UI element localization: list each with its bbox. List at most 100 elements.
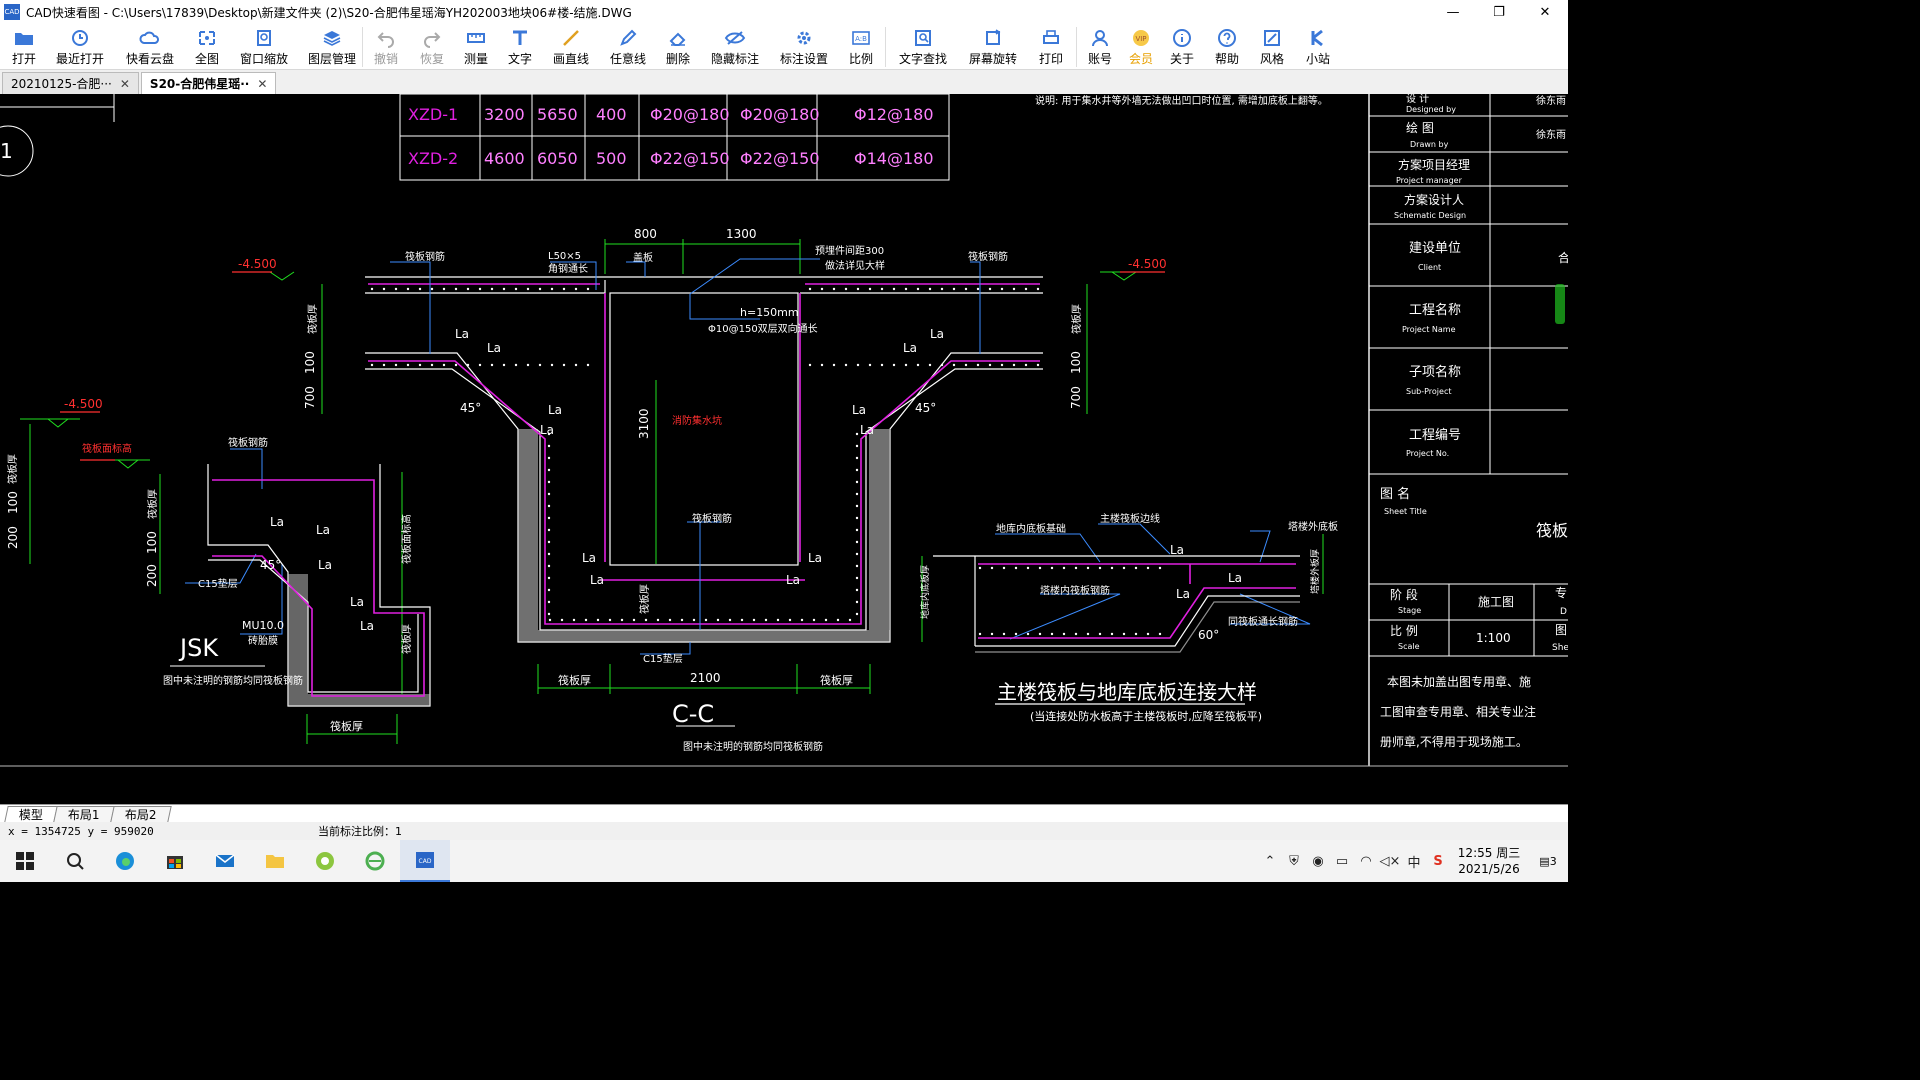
start-button[interactable] xyxy=(0,840,50,882)
annotation-text: L50×5 xyxy=(548,251,581,262)
line-icon xyxy=(563,30,579,46)
document-tab[interactable]: 20210125-合肥··· ✕ xyxy=(2,72,139,94)
dimension-text: 3100 xyxy=(637,408,651,439)
annotation-text: C15垫层 xyxy=(643,652,683,665)
rebar-dot xyxy=(848,618,852,622)
drawing-canvas[interactable]: XZD-1 3200 5650 400 Φ20@180 Φ20@180 Φ12@… xyxy=(0,94,1568,804)
rebar-dot xyxy=(1012,363,1016,367)
tab-layout2[interactable]: 布局2 xyxy=(109,806,171,822)
cloud-button[interactable]: 快看云盘 xyxy=(112,24,188,70)
layers-icon xyxy=(323,31,341,46)
rebar-dot xyxy=(538,363,542,367)
taskbar-edge[interactable] xyxy=(100,840,150,882)
cad-app-icon: CAD xyxy=(416,852,434,868)
line-label: 画直线 xyxy=(552,52,589,66)
tab-close-icon[interactable]: ✕ xyxy=(120,77,130,91)
rebar-dot xyxy=(490,363,494,367)
security-shield-icon[interactable]: ⛨ xyxy=(1282,840,1306,882)
detail-subtitle: (当连接处防水板高于主楼筏板时,应降至筏板平) xyxy=(1030,709,1262,723)
taskbar-mail[interactable] xyxy=(200,840,250,882)
red-s-icon[interactable]: S xyxy=(1426,840,1450,882)
rebar-dot xyxy=(808,363,812,367)
layers-button[interactable]: 图层管理 xyxy=(302,24,362,70)
vertical-scroll-indicator[interactable] xyxy=(1555,284,1565,324)
rebar-dot xyxy=(547,576,551,580)
tb-value: 施工图 xyxy=(1478,595,1514,609)
open-button[interactable]: 打开 xyxy=(0,24,48,70)
taskbar-cad-viewer[interactable]: CAD xyxy=(400,840,450,882)
rebar-dot xyxy=(454,363,458,367)
undo-button[interactable]: 撤销 xyxy=(363,24,409,70)
la-label: La xyxy=(270,515,284,529)
annotation-text: 主楼筏板边线 xyxy=(1100,512,1160,525)
la-label: La xyxy=(487,341,501,355)
restore-button[interactable]: ❐ xyxy=(1476,0,1522,24)
minimize-button[interactable]: — xyxy=(1430,0,1476,24)
table-cell: Φ14@180 xyxy=(854,149,934,168)
taskbar-explorer[interactable] xyxy=(250,840,300,882)
mark-settings-button[interactable]: 标注设置 xyxy=(771,24,837,70)
chevron-up-icon[interactable]: ⌃ xyxy=(1258,840,1282,882)
style-button[interactable]: 风格 xyxy=(1249,24,1295,70)
system-clock[interactable]: 12:55 周三 2021/5/26 xyxy=(1450,845,1528,877)
rebar-dot xyxy=(1158,566,1162,570)
help-button[interactable]: 帮助 xyxy=(1205,24,1249,70)
measure-button[interactable]: 测量 xyxy=(455,24,497,70)
rebar-dot xyxy=(668,618,672,622)
delete-button[interactable]: 删除 xyxy=(657,24,699,70)
dimension-text: 2100 xyxy=(690,671,721,685)
vip-button[interactable]: VIP 会员 xyxy=(1123,24,1159,70)
taskbar-ie[interactable] xyxy=(350,840,400,882)
tab-close-icon[interactable]: ✕ xyxy=(257,77,267,91)
about-button[interactable]: 关于 xyxy=(1159,24,1205,70)
rebar-dot xyxy=(1050,632,1054,636)
account-button[interactable]: 账号 xyxy=(1077,24,1123,70)
text-button[interactable]: 文字 xyxy=(497,24,543,70)
recent-button[interactable]: 最近打开 xyxy=(48,24,112,70)
ratio-icon-text: A:B xyxy=(855,35,867,43)
clock-time: 12:55 周三 xyxy=(1457,846,1521,860)
tab-model[interactable]: 模型 xyxy=(4,806,58,822)
search-button[interactable] xyxy=(50,840,100,882)
station-button[interactable]: 小站 xyxy=(1295,24,1341,70)
rebar-dot xyxy=(740,618,744,622)
tray-app-icon[interactable]: ◉ xyxy=(1306,840,1330,882)
rebar-dot xyxy=(382,287,386,291)
elevation-text: -4.500 xyxy=(1128,257,1167,271)
wifi-icon[interactable]: ◠ xyxy=(1354,840,1378,882)
window-zoom-button[interactable]: 窗口缩放 xyxy=(226,24,302,70)
battery-icon[interactable]: ▭ xyxy=(1330,840,1354,882)
ratio-button[interactable]: A:B 比例 xyxy=(837,24,885,70)
volume-muted-icon[interactable]: ◁× xyxy=(1378,840,1402,882)
rebar-dot xyxy=(574,287,578,291)
freeline-button[interactable]: 任意线 xyxy=(599,24,657,70)
style-icon xyxy=(1264,30,1280,46)
line-button[interactable]: 画直线 xyxy=(543,24,599,70)
notification-button[interactable]: ▤ 3 xyxy=(1528,840,1568,882)
rebar-dot xyxy=(547,444,551,448)
rebar-dot xyxy=(1024,287,1028,291)
fullview-button[interactable]: 全图 xyxy=(188,24,226,70)
la-label: La xyxy=(1170,543,1184,557)
rebar-dot xyxy=(832,363,836,367)
close-button[interactable]: ✕ xyxy=(1522,0,1568,24)
taskbar-store[interactable] xyxy=(150,840,200,882)
rebar-dot xyxy=(928,363,932,367)
system-tray: ⌃ ⛨ ◉ ▭ ◠ ◁× 中 S 12:55 周三 2021/5/26 ▤ 3 xyxy=(1258,840,1568,882)
hide-marks-label: 隐藏标注 xyxy=(710,52,759,66)
print-button[interactable]: 打印 xyxy=(1026,24,1076,70)
taskbar-app[interactable] xyxy=(300,840,350,882)
annotation-text: 地库内底板基础 xyxy=(996,522,1066,535)
rotate-button[interactable]: 屏幕旋转 xyxy=(960,24,1026,70)
redo-button[interactable]: 恢复 xyxy=(409,24,455,70)
document-tab-active[interactable]: S20-合肥伟星瑶·· ✕ xyxy=(140,72,277,94)
tab-layout2-label: 布局2 xyxy=(124,808,157,822)
text-search-button[interactable]: 文字查找 xyxy=(886,24,960,70)
annotation-text: 筏板厚 xyxy=(400,624,413,654)
hide-marks-button[interactable]: 隐藏标注 xyxy=(699,24,771,70)
rebar-dot xyxy=(855,540,859,544)
rebar-dot xyxy=(1026,632,1030,636)
rebar-dot xyxy=(855,576,859,580)
ime-indicator[interactable]: 中 xyxy=(1402,840,1426,882)
tab-layout1[interactable]: 布局1 xyxy=(53,806,115,822)
